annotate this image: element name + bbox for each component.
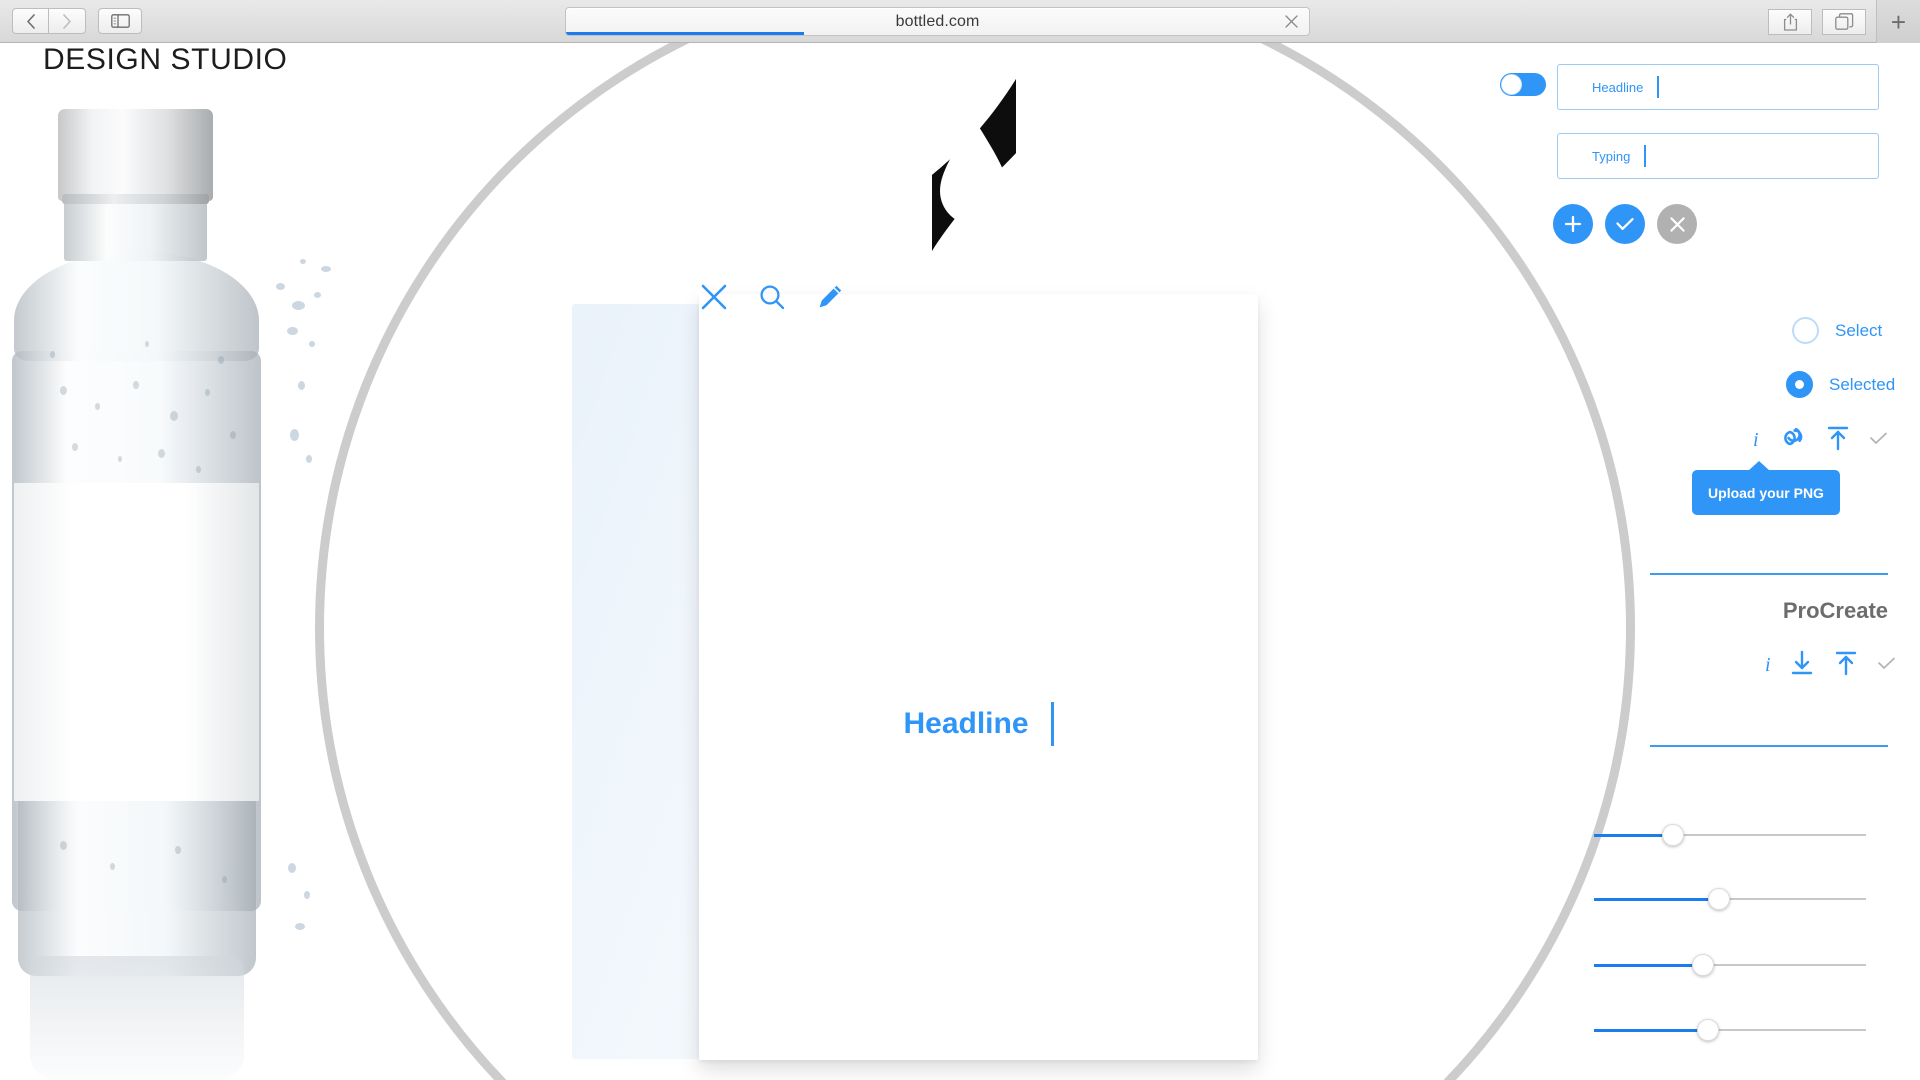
toggle-knob — [1501, 74, 1522, 95]
page-load-progress — [566, 32, 804, 35]
procreate-action-row: i — [1765, 650, 1896, 681]
slider-four[interactable] — [1594, 1019, 1866, 1041]
slider-fill — [1594, 964, 1703, 967]
tab-overview-icon — [1834, 13, 1854, 30]
radio-selected[interactable]: Selected — [1786, 371, 1895, 398]
radio-button-unselected — [1792, 317, 1819, 344]
new-tab-button[interactable]: + — [1876, 0, 1920, 43]
info-icon[interactable]: i — [1753, 429, 1759, 452]
check-icon[interactable] — [1869, 431, 1888, 451]
bottle-neck — [64, 199, 207, 261]
action-button-group — [1553, 204, 1697, 244]
address-bar[interactable]: bottled.com — [565, 7, 1310, 36]
radio-button-selected — [1786, 371, 1813, 398]
upload-action-row: i — [1753, 425, 1888, 456]
card-toolbar — [700, 283, 844, 311]
page-canvas: DESIGN STUDIO Headline — [0, 43, 1920, 1080]
slider-thumb[interactable] — [1691, 954, 1714, 976]
browser-toolbar: bottled.com + — [0, 0, 1920, 43]
text-caret — [1657, 76, 1660, 98]
show-tabs-button[interactable] — [1822, 8, 1866, 35]
radio-select-label: Select — [1835, 320, 1883, 340]
edit-pencil-icon[interactable] — [816, 283, 844, 311]
upload-tooltip: Upload your PNG — [1692, 461, 1840, 515]
info-icon[interactable]: i — [1765, 654, 1771, 677]
url-text: bottled.com — [895, 12, 980, 30]
slider-two[interactable] — [1594, 888, 1866, 910]
add-button[interactable] — [1553, 204, 1593, 244]
slider-thumb[interactable] — [1708, 888, 1731, 910]
confirm-button[interactable] — [1605, 204, 1645, 244]
section-divider — [1650, 745, 1888, 747]
bottle-cap — [58, 109, 213, 204]
close-icon[interactable] — [700, 283, 728, 311]
slider-thumb[interactable] — [1697, 1019, 1720, 1041]
stop-loading-button[interactable] — [1281, 12, 1301, 32]
typing-input[interactable]: Typing — [1557, 133, 1879, 179]
card-headline-text: Headline — [903, 707, 1029, 740]
bottle-shoulder — [14, 251, 259, 361]
radio-inner-dot — [1795, 380, 1804, 389]
section-title: ProCreate — [1782, 598, 1888, 623]
text-caret — [1644, 145, 1647, 167]
typing-input-label: Typing — [1592, 148, 1631, 164]
bottle-label — [14, 483, 259, 801]
slider-fill — [1594, 898, 1720, 901]
slider-thumb[interactable] — [1661, 824, 1684, 846]
radio-select[interactable]: Select — [1792, 317, 1882, 344]
download-icon[interactable] — [1789, 650, 1815, 681]
radio-selected-label: Selected — [1829, 374, 1896, 394]
headline-input-label: Headline — [1592, 79, 1644, 95]
water-drop-logo — [928, 79, 1020, 251]
text-caret — [1050, 702, 1054, 746]
toolbar-right-group: + — [1768, 0, 1920, 43]
bottle-bottom-reflection — [30, 956, 244, 1080]
slider-one[interactable] — [1594, 824, 1866, 846]
bottle-product-image — [0, 51, 331, 1080]
card-headline-field[interactable]: Headline — [699, 702, 1258, 746]
chevron-left-icon — [26, 13, 36, 29]
share-icon — [1783, 13, 1798, 31]
cancel-button[interactable] — [1657, 204, 1697, 244]
check-icon[interactable] — [1877, 656, 1896, 676]
headline-input[interactable]: Headline — [1557, 64, 1879, 110]
sidebar-toggle-icon — [110, 14, 130, 28]
design-card[interactable]: Headline Your Name — [699, 294, 1258, 1060]
section-divider — [1650, 573, 1888, 575]
upload-icon[interactable] — [1825, 425, 1851, 456]
chevron-right-icon — [62, 13, 72, 29]
slider-fill — [1594, 1029, 1709, 1032]
upload-icon[interactable] — [1833, 650, 1859, 681]
link-icon[interactable] — [1777, 425, 1807, 456]
bottle-base — [18, 796, 256, 976]
back-button[interactable] — [12, 8, 49, 34]
slider-three[interactable] — [1594, 954, 1866, 976]
share-button[interactable] — [1768, 8, 1812, 35]
enable-toggle[interactable] — [1500, 73, 1546, 96]
sidebar-toggle-button[interactable] — [98, 8, 142, 34]
forward-button[interactable] — [49, 8, 86, 34]
search-icon[interactable] — [758, 283, 786, 311]
nav-button-group — [12, 8, 86, 34]
address-bar-container: bottled.com — [565, 7, 1310, 36]
